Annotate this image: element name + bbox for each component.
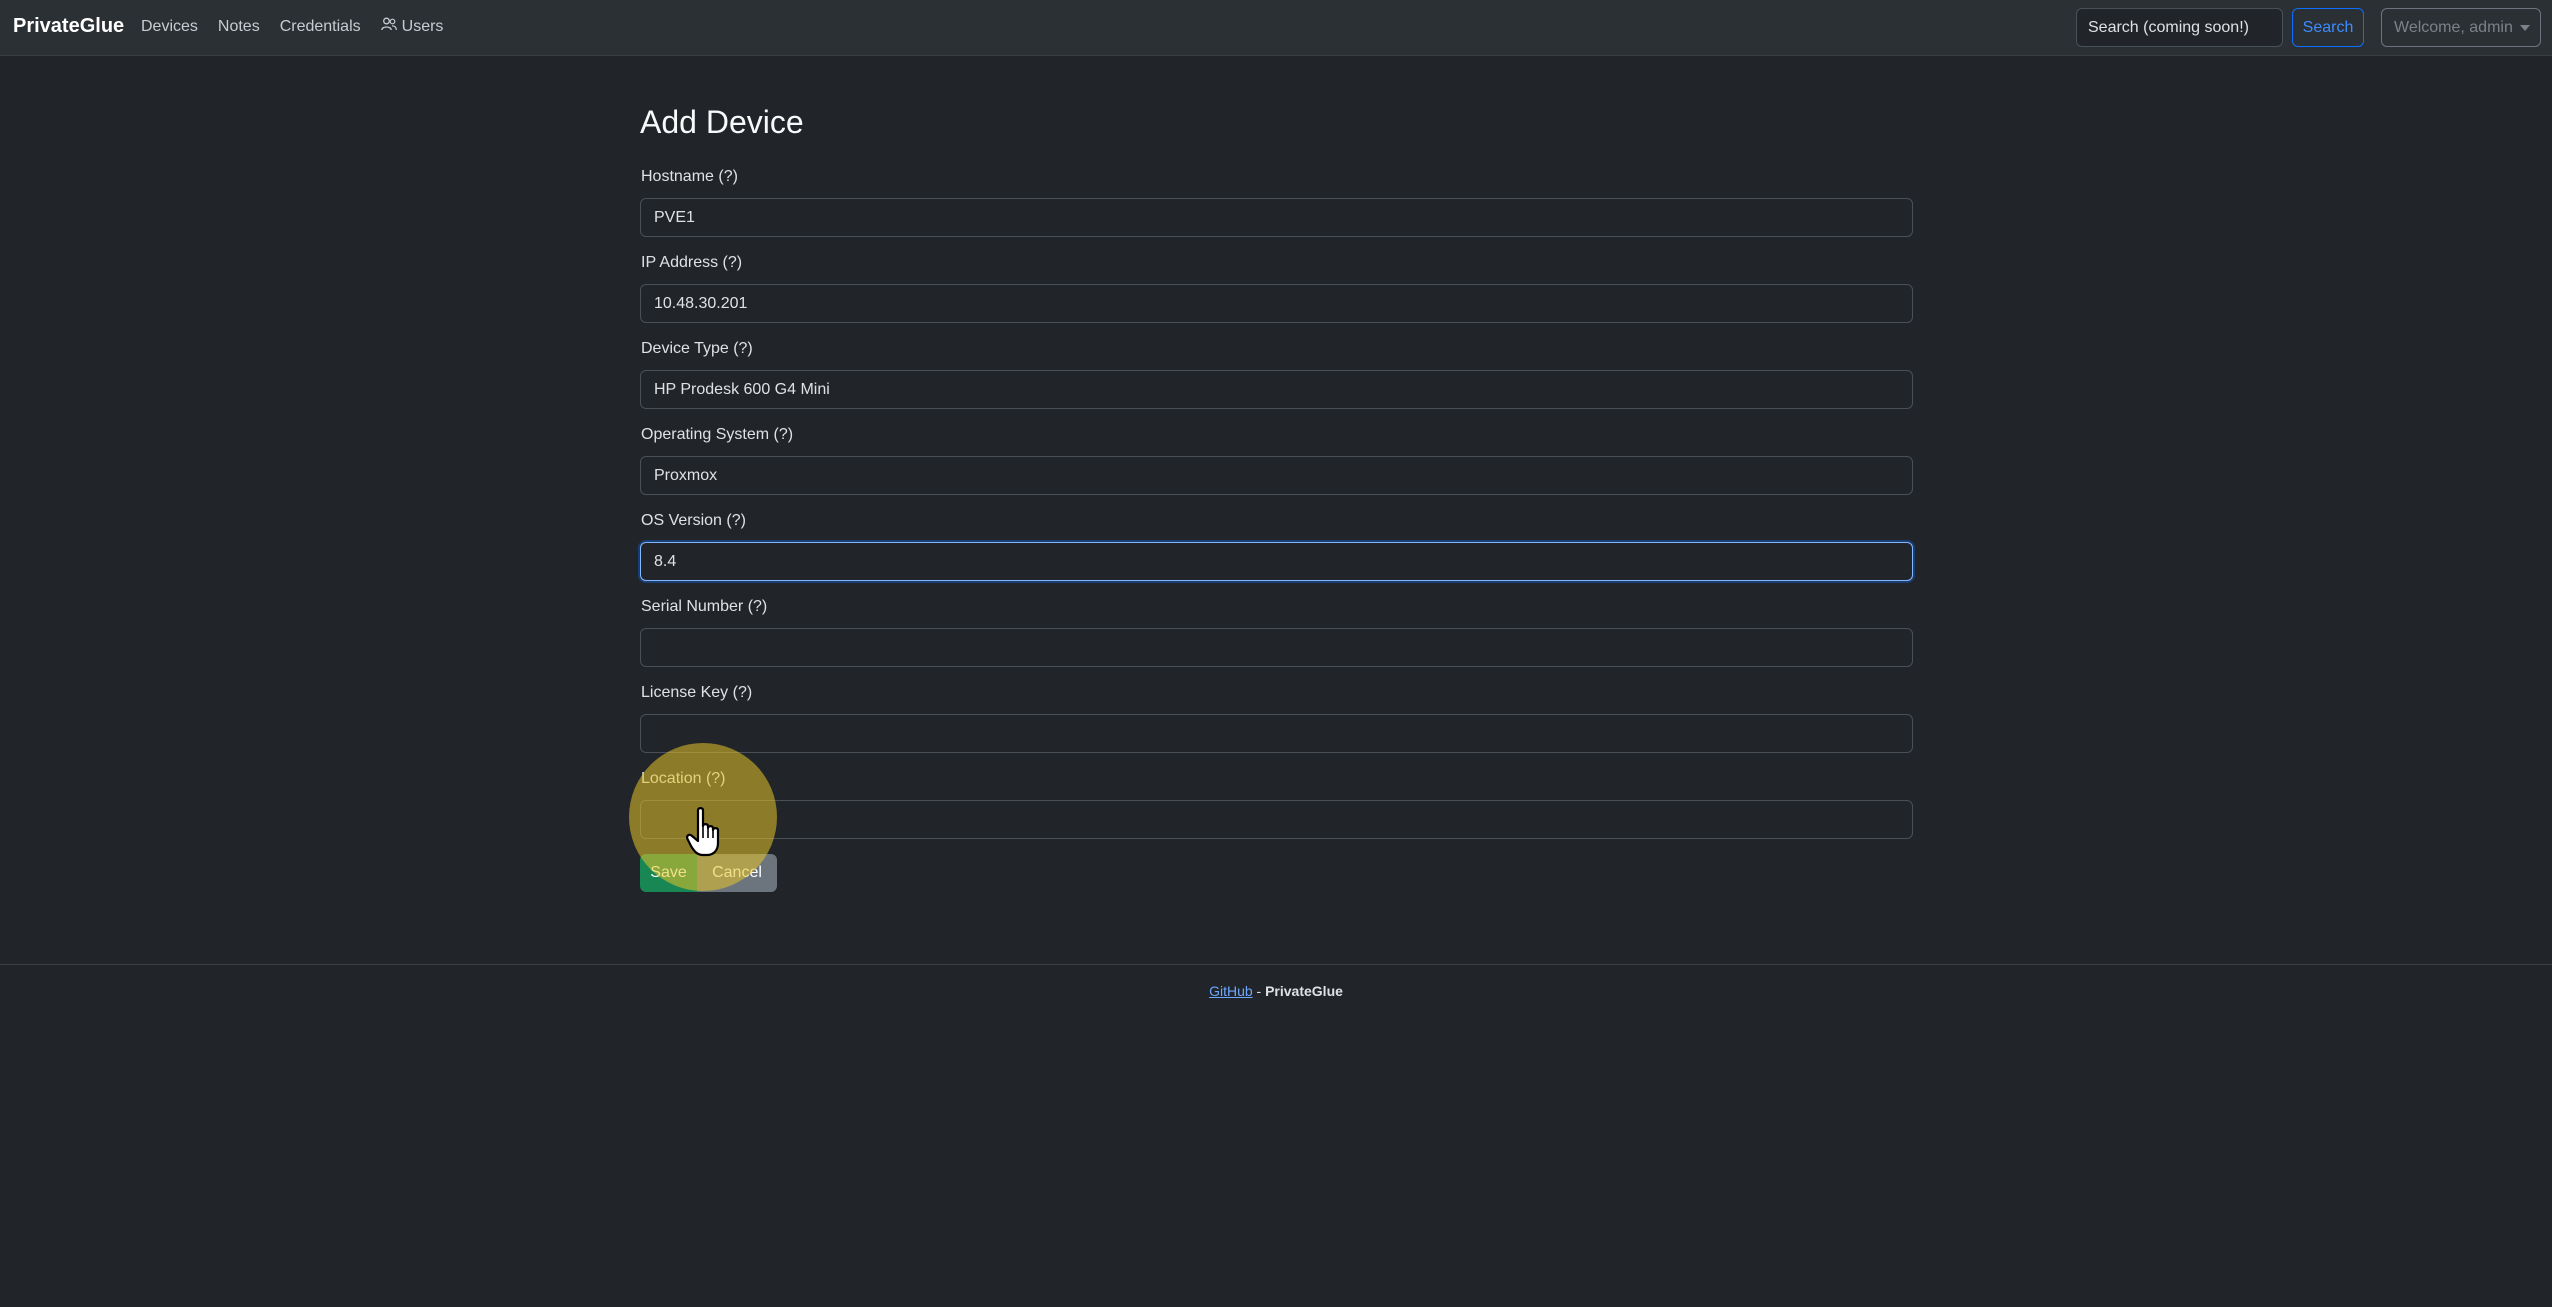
nav-links: Devices Notes Credentials Users (141, 17, 443, 36)
device-type-label[interactable]: Device Type (?) (641, 340, 753, 358)
hostname-label[interactable]: Hostname (?) (641, 168, 738, 186)
brand-logo[interactable]: PrivateGlue (13, 15, 124, 38)
location-label[interactable]: Location (?) (641, 770, 726, 788)
ip-address-label[interactable]: IP Address (?) (641, 254, 742, 272)
search-input[interactable] (2076, 8, 2283, 47)
nav-link-notes[interactable]: Notes (218, 17, 260, 36)
footer: GitHub - PrivateGlue (0, 964, 2552, 1307)
hostname-input[interactable] (640, 198, 1913, 237)
github-link[interactable]: GitHub (1209, 983, 1253, 999)
page-title: Add Device (640, 104, 804, 140)
operating-system-input[interactable] (640, 456, 1913, 495)
save-button[interactable]: Save (640, 854, 697, 892)
users-icon (380, 17, 397, 36)
footer-brand: PrivateGlue (1265, 983, 1343, 999)
location-input[interactable] (640, 800, 1913, 839)
caret-down-icon (2520, 25, 2530, 31)
footer-separator: - (1252, 983, 1266, 999)
serial-number-label[interactable]: Serial Number (?) (641, 598, 767, 616)
cancel-button[interactable]: Cancel (697, 854, 777, 892)
nav-link-credentials[interactable]: Credentials (280, 17, 361, 36)
nav-link-users-label: Users (401, 17, 444, 35)
device-type-input[interactable] (640, 370, 1913, 409)
user-menu-label: Welcome, admin (2394, 18, 2513, 36)
navbar: PrivateGlue Devices Notes Credentials Us… (0, 0, 2552, 56)
operating-system-label[interactable]: Operating System (?) (641, 426, 793, 444)
license-key-label[interactable]: License Key (?) (641, 684, 752, 702)
footer-text: GitHub - PrivateGlue (0, 983, 2552, 999)
serial-number-input[interactable] (640, 628, 1913, 667)
ip-address-input[interactable] (640, 284, 1913, 323)
search-button[interactable]: Search (2292, 8, 2364, 47)
os-version-input[interactable] (640, 542, 1913, 581)
os-version-label[interactable]: OS Version (?) (641, 512, 746, 530)
nav-link-devices[interactable]: Devices (141, 17, 198, 36)
user-menu-dropdown[interactable]: Welcome, admin (2381, 8, 2541, 47)
license-key-input[interactable] (640, 714, 1913, 753)
nav-link-users[interactable]: Users (380, 17, 444, 36)
